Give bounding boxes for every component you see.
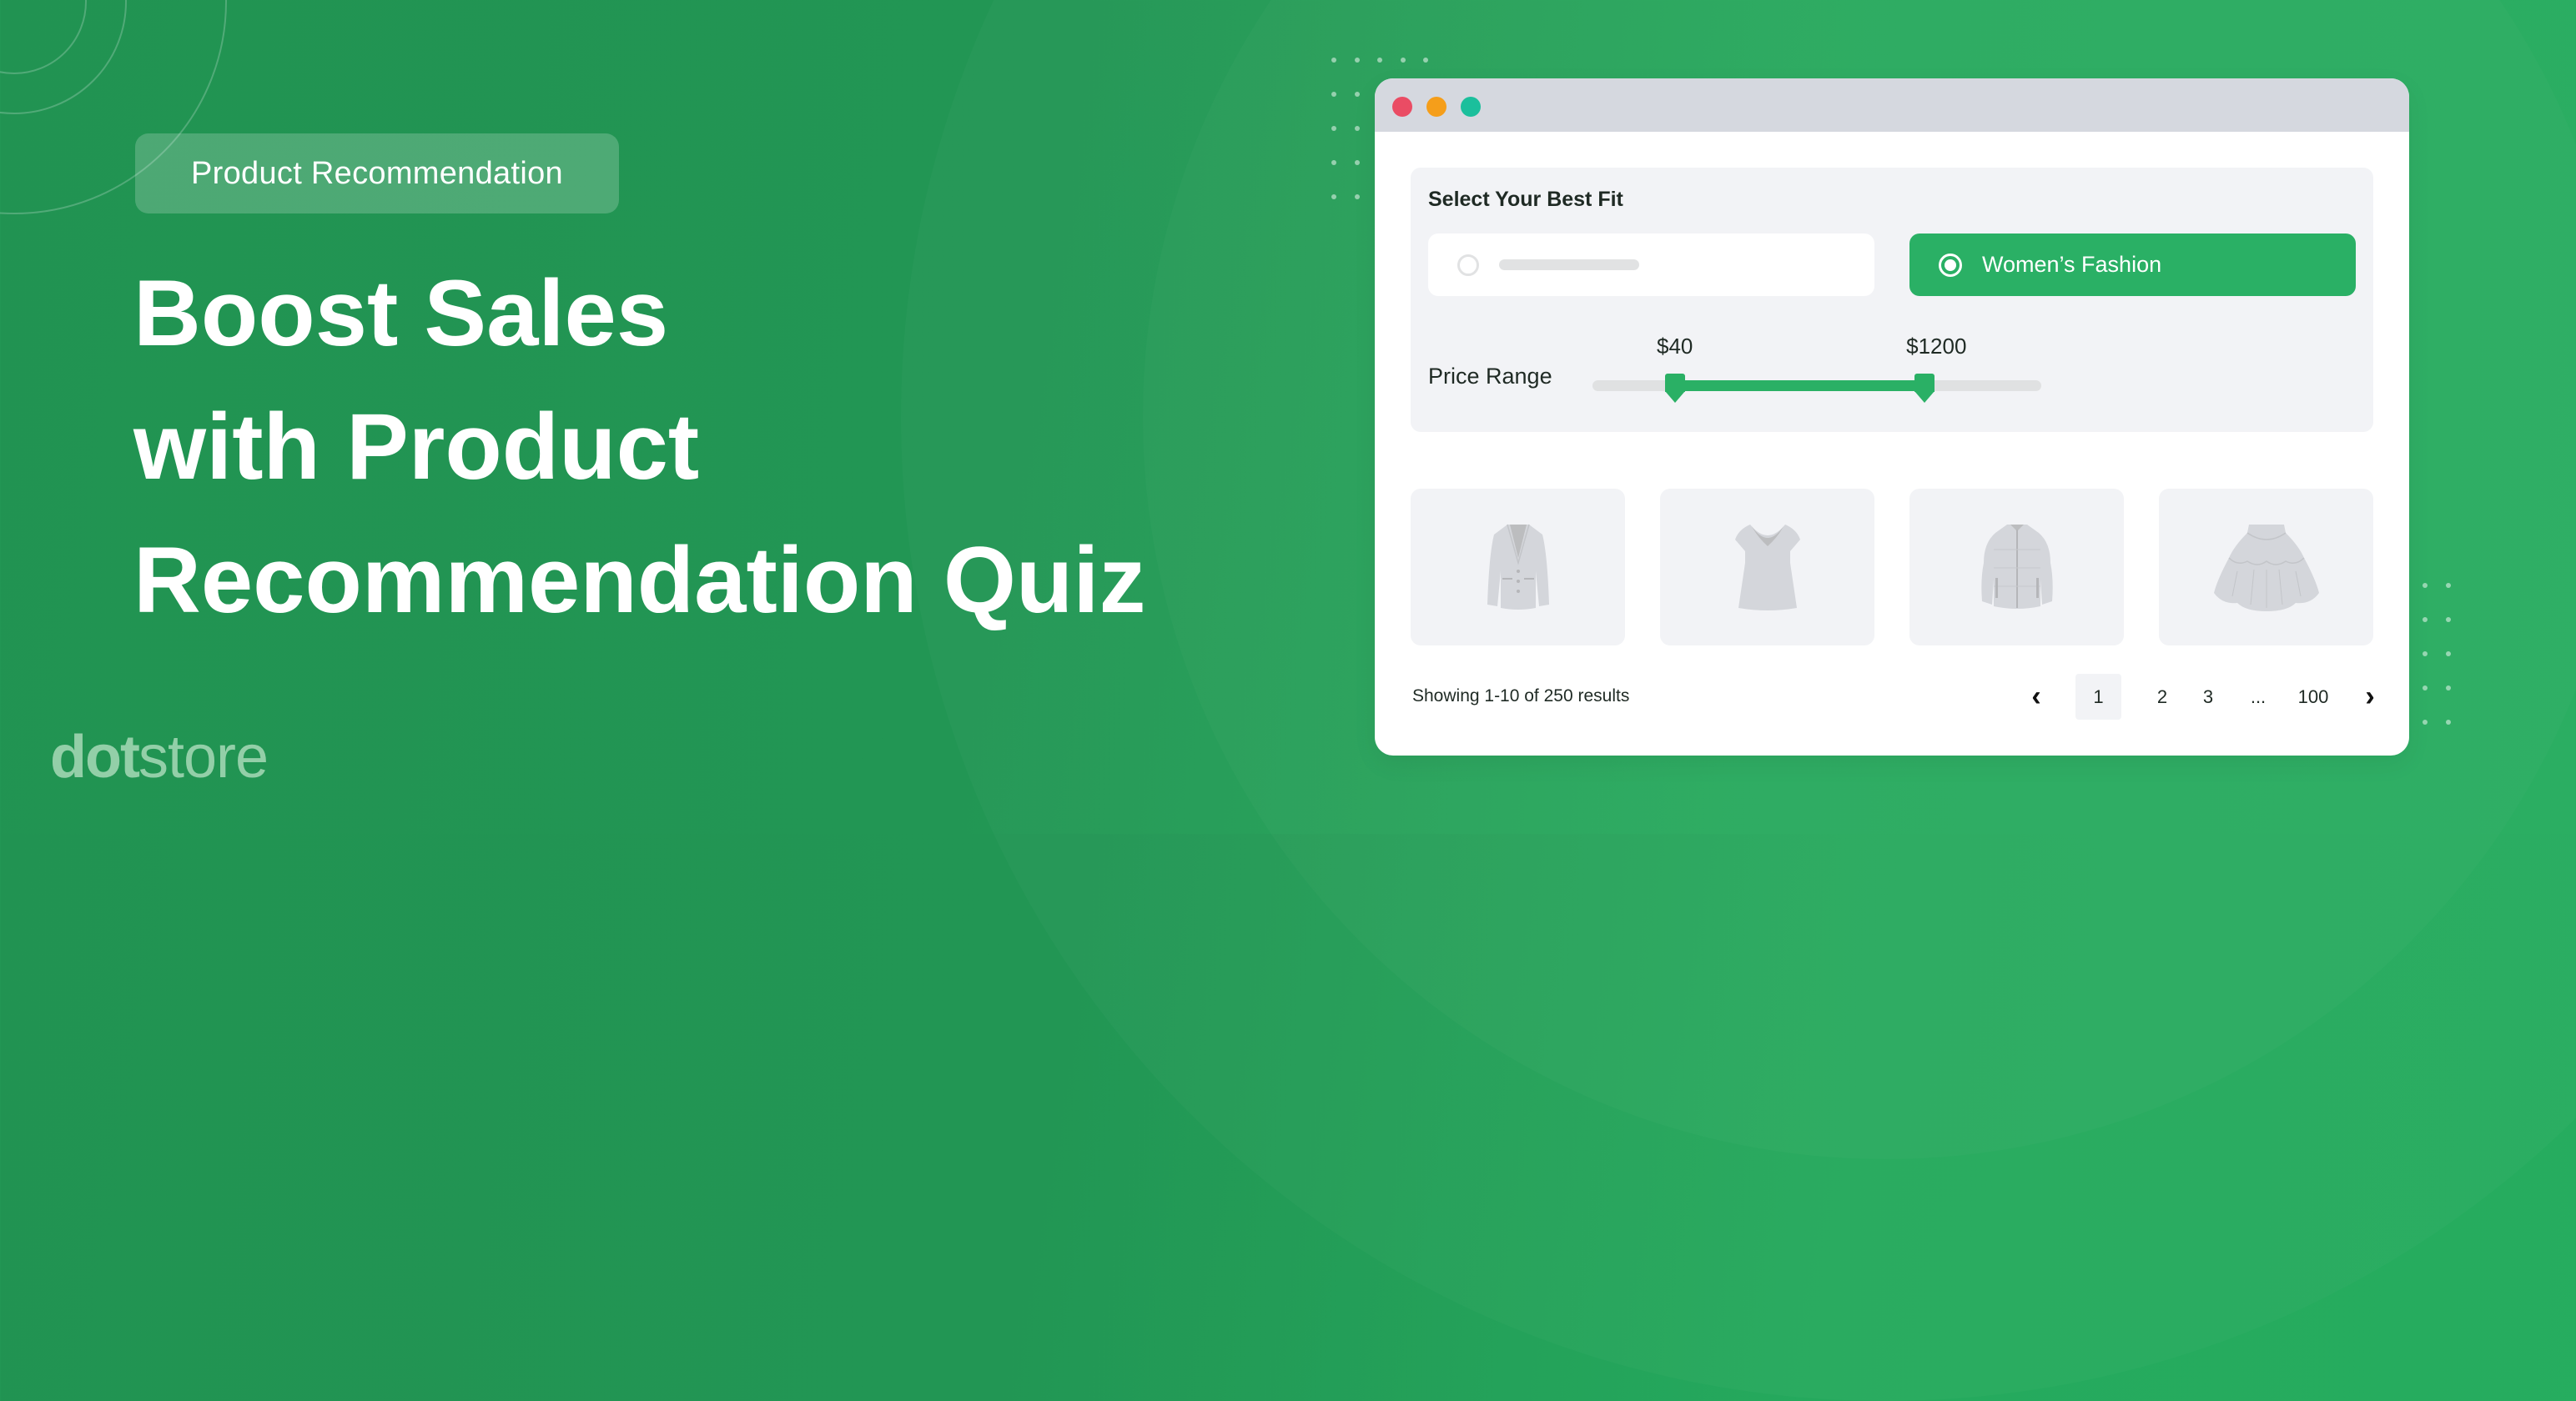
headline-line-3: Recommendation Quiz (133, 528, 1146, 632)
page-ellipsis: ... (2250, 685, 2267, 707)
decorative-dot (2423, 651, 2428, 656)
prev-page-chevron-icon[interactable]: ‹ (2024, 674, 2049, 720)
radio-checked-icon[interactable] (1939, 253, 1962, 277)
radio-unchecked-icon[interactable] (1457, 254, 1479, 276)
logo-bold-part: dot (50, 724, 140, 791)
quiz-option-unselected[interactable] (1428, 234, 1874, 296)
close-window-icon[interactable] (1392, 97, 1412, 117)
decorative-dot (1377, 58, 1382, 63)
product-card[interactable] (2159, 489, 2373, 645)
blazer-icon (1487, 524, 1549, 610)
browser-window-mockup: Select Your Best Fit Women’s Fashion Pri… (1375, 78, 2409, 756)
pagination: ‹ 1 2 3 ... 100 › (1375, 674, 2409, 720)
decorative-dot (2446, 685, 2451, 690)
logo-light-part: store (138, 724, 269, 791)
tiered-skirt-icon (2213, 525, 2319, 611)
decorative-dot (1354, 194, 1360, 199)
blouse-icon (1734, 525, 1800, 610)
decorative-dot (2423, 583, 2428, 588)
product-card[interactable] (1660, 489, 1874, 645)
page-button-2[interactable]: 2 (2151, 674, 2174, 720)
decorative-dot (1354, 160, 1360, 165)
product-card[interactable] (1909, 489, 2124, 645)
decorative-dot (1400, 58, 1406, 63)
decorative-dot (2423, 685, 2428, 690)
puffer-jacket-icon (1980, 525, 2053, 609)
slider-min-handle[interactable] (1664, 374, 1685, 403)
decorative-dot (2446, 583, 2451, 588)
decorative-dot (2446, 651, 2451, 656)
decorative-dot (2446, 617, 2451, 622)
window-titlebar (1375, 78, 2409, 132)
category-badge-label: Product Recommendation (191, 155, 563, 191)
slider-min-value: $40 (1656, 334, 1693, 359)
quiz-question-title: Select Your Best Fit (1428, 188, 1623, 211)
slider-selected-range (1674, 380, 1925, 391)
slider-max-value: $1200 (1906, 334, 1967, 359)
decorative-dot (1331, 92, 1336, 97)
price-range-slider[interactable]: $40 $1200 (1592, 334, 2041, 403)
headline-line-1: Boost Sales (133, 261, 669, 365)
quiz-panel: Select Your Best Fit Women’s Fashion Pri… (1411, 168, 2373, 432)
decorative-dot (1331, 160, 1336, 165)
category-badge: Product Recommendation (135, 133, 619, 213)
product-card[interactable] (1411, 489, 1625, 645)
headline-line-2: with Product (133, 394, 700, 499)
decorative-dot (2423, 720, 2428, 725)
decorative-dot (1331, 126, 1336, 131)
page-button-3[interactable]: 3 (2196, 674, 2220, 720)
decorative-dot (1331, 58, 1336, 63)
slider-max-handle[interactable] (1914, 374, 1935, 403)
decorative-dot (1354, 92, 1360, 97)
next-page-chevron-icon[interactable]: › (2357, 674, 2382, 720)
decorative-dot (1423, 58, 1428, 63)
option-placeholder-text (1499, 259, 1639, 270)
dotstore-logo: dot store (50, 724, 269, 791)
page-button-100[interactable]: 100 (2294, 674, 2332, 720)
decorative-dot (2423, 617, 2428, 622)
decorative-dot (2446, 720, 2451, 725)
decorative-dot (1354, 126, 1360, 131)
quiz-option-label: Women’s Fashion (1982, 252, 2162, 277)
maximize-window-icon[interactable] (1461, 97, 1481, 117)
decorative-dot (1331, 194, 1336, 199)
price-range-label: Price Range (1428, 364, 1552, 389)
page-button-1[interactable]: 1 (2075, 674, 2121, 720)
quiz-option-womens-fashion[interactable]: Women’s Fashion (1909, 234, 2356, 296)
minimize-window-icon[interactable] (1426, 97, 1446, 117)
decorative-dot (1354, 58, 1360, 63)
